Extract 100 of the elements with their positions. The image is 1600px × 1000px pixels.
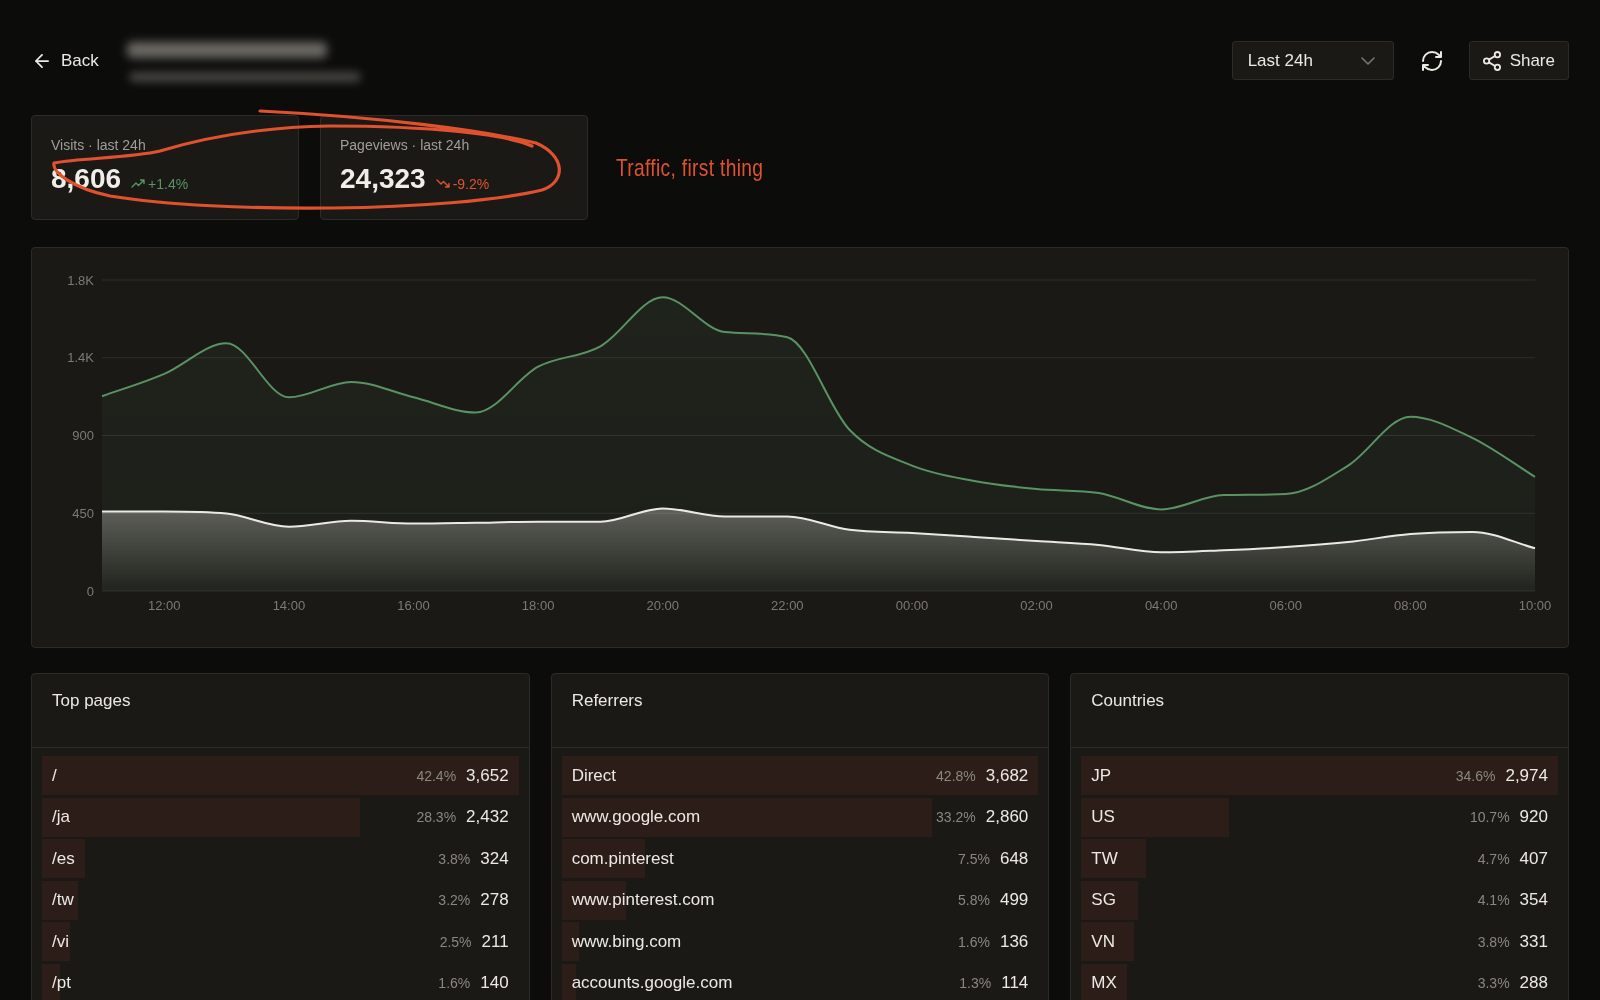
row-label: accounts.google.com <box>571 973 733 993</box>
row-label: www.google.com <box>571 807 701 827</box>
x-axis-label: 18:00 <box>521 598 555 613</box>
row-share-percent: 3.8% <box>1477 933 1510 950</box>
trend-up-icon <box>131 179 146 188</box>
x-axis-label: 08:00 <box>1394 598 1427 613</box>
row-count: 2,860 <box>985 807 1029 827</box>
row-count: 3,652 <box>466 765 509 786</box>
row-label: www.pinterest.com <box>571 890 715 910</box>
share-bar-track[interactable]: US 10.7% 920 <box>1081 797 1558 837</box>
row-share-percent: 4.1% <box>1477 892 1510 908</box>
row-share-percent: 34.6% <box>1455 767 1496 784</box>
row-share-percent: 3.3% <box>1477 975 1510 991</box>
row-count: 648 <box>999 848 1029 869</box>
handwritten-note: Traffic, first thing <box>616 153 764 182</box>
row-share-percent: 10.7% <box>1469 809 1510 825</box>
row-share-percent: 4.7% <box>1477 850 1510 867</box>
row-label: /vi <box>52 931 69 952</box>
stat-label: Pageviews · last 24h <box>340 136 471 154</box>
row-count: 288 <box>1519 973 1548 993</box>
x-axis-label: 16:00 <box>397 598 430 613</box>
row-label: US <box>1091 807 1115 827</box>
chevron-down-icon <box>1360 56 1375 65</box>
row-share-percent: 1.3% <box>959 975 992 991</box>
share-icon <box>1482 50 1501 71</box>
row-count: 920 <box>1519 807 1548 827</box>
y-axis-label: 1.4K <box>67 350 94 366</box>
x-axis-label: 20:00 <box>646 598 679 613</box>
y-axis-label: 0 <box>86 583 94 599</box>
row-count: 407 <box>1519 848 1548 869</box>
row-label: /es <box>52 848 75 869</box>
x-axis-label: 06:00 <box>1269 598 1303 613</box>
share-bar-track[interactable]: TW 4.7% 407 <box>1081 839 1558 878</box>
share-bar-track[interactable]: SG 4.1% 354 <box>1081 880 1558 920</box>
trend-down-icon <box>435 179 450 188</box>
row-count: 2,432 <box>466 807 509 827</box>
x-axis-label: 04:00 <box>1144 598 1178 613</box>
panel-title: Top pages <box>52 691 131 710</box>
row-label: com.pinterest <box>571 848 674 869</box>
stat-value: 24,323 <box>340 162 426 196</box>
row-share-percent: 3.8% <box>438 850 471 867</box>
stat-change: +1.4% <box>148 175 189 192</box>
row-share-percent: 1.6% <box>958 933 990 950</box>
refresh-icon <box>1421 50 1442 71</box>
row-label: MX <box>1091 973 1117 993</box>
x-axis-label: 12:00 <box>148 598 181 613</box>
share-bar-track[interactable]: www.bing.com 1.6% 136 <box>561 922 1039 961</box>
panel-title: Countries <box>1091 691 1165 710</box>
time-range-dropdown[interactable]: Last 24h <box>1231 41 1394 80</box>
row-count: 136 <box>999 931 1029 952</box>
y-axis-label: 900 <box>72 428 94 443</box>
row-count: 2,974 <box>1505 765 1548 786</box>
row-count: 211 <box>481 931 509 952</box>
row-label: /tw <box>52 890 74 910</box>
row-count: 140 <box>480 973 509 993</box>
share-bar-track[interactable]: www.google.com 33.2% 2,860 <box>561 797 1039 837</box>
row-label: /ja <box>52 807 70 827</box>
row-label: Direct <box>571 765 617 786</box>
x-axis-label: 22:00 <box>771 598 804 613</box>
share-bar-track[interactable]: / 42.4% 3,652 <box>42 756 519 795</box>
share-bar-track[interactable]: /tw 3.2% 278 <box>42 880 519 920</box>
share-bar-track[interactable]: VN 3.8% 331 <box>1081 922 1558 961</box>
x-axis-label: 00:00 <box>895 598 929 613</box>
row-share-percent: 42.4% <box>416 767 457 784</box>
back-button[interactable]: Back <box>31 45 103 76</box>
row-label: TW <box>1091 848 1118 869</box>
share-button[interactable]: Share <box>1468 41 1569 80</box>
row-share-percent: 33.2% <box>936 809 976 825</box>
row-label: VN <box>1091 931 1115 952</box>
row-share-percent: 3.2% <box>438 892 471 908</box>
panel-title: Referrers <box>571 691 643 710</box>
share-bar-track[interactable]: /vi 2.5% 211 <box>42 922 519 961</box>
row-label: / <box>52 765 57 786</box>
x-axis-label: 14:00 <box>272 598 306 613</box>
share-bar-track[interactable]: accounts.google.com 1.3% 114 <box>561 963 1039 1000</box>
row-label: www.bing.com <box>571 931 682 952</box>
share-bar-track[interactable]: /pt 1.6% 140 <box>42 963 519 1000</box>
row-count: 324 <box>480 848 509 869</box>
share-bar-track[interactable]: MX 3.3% 288 <box>1081 963 1558 1000</box>
row-label: SG <box>1091 890 1116 910</box>
row-count: 3,682 <box>985 765 1029 786</box>
row-share-percent: 2.5% <box>439 933 472 950</box>
row-label: /pt <box>52 973 71 993</box>
row-count: 354 <box>1519 890 1548 910</box>
share-bar-track[interactable]: JP 34.6% 2,974 <box>1081 756 1558 795</box>
y-axis-label: 450 <box>72 505 94 521</box>
share-bar-track[interactable]: /es 3.8% 324 <box>42 839 519 878</box>
share-bar-track[interactable]: Direct 42.8% 3,682 <box>561 756 1039 795</box>
row-share-percent: 5.8% <box>958 892 990 908</box>
row-share-percent: 7.5% <box>958 850 990 867</box>
row-share-percent: 42.8% <box>936 767 976 784</box>
arrow-left-icon <box>35 53 49 68</box>
share-bar-track[interactable]: www.pinterest.com 5.8% 499 <box>561 880 1039 920</box>
row-share-percent: 28.3% <box>416 809 457 825</box>
row-count: 114 <box>1001 973 1029 993</box>
stat-change: -9.2% <box>452 175 490 192</box>
stat-label: Visits · last 24h <box>51 136 147 154</box>
share-bar-track[interactable]: /ja 28.3% 2,432 <box>42 797 519 837</box>
share-bar-track[interactable]: com.pinterest 7.5% 648 <box>561 839 1039 878</box>
x-axis-label: 10:00 <box>1518 598 1552 613</box>
